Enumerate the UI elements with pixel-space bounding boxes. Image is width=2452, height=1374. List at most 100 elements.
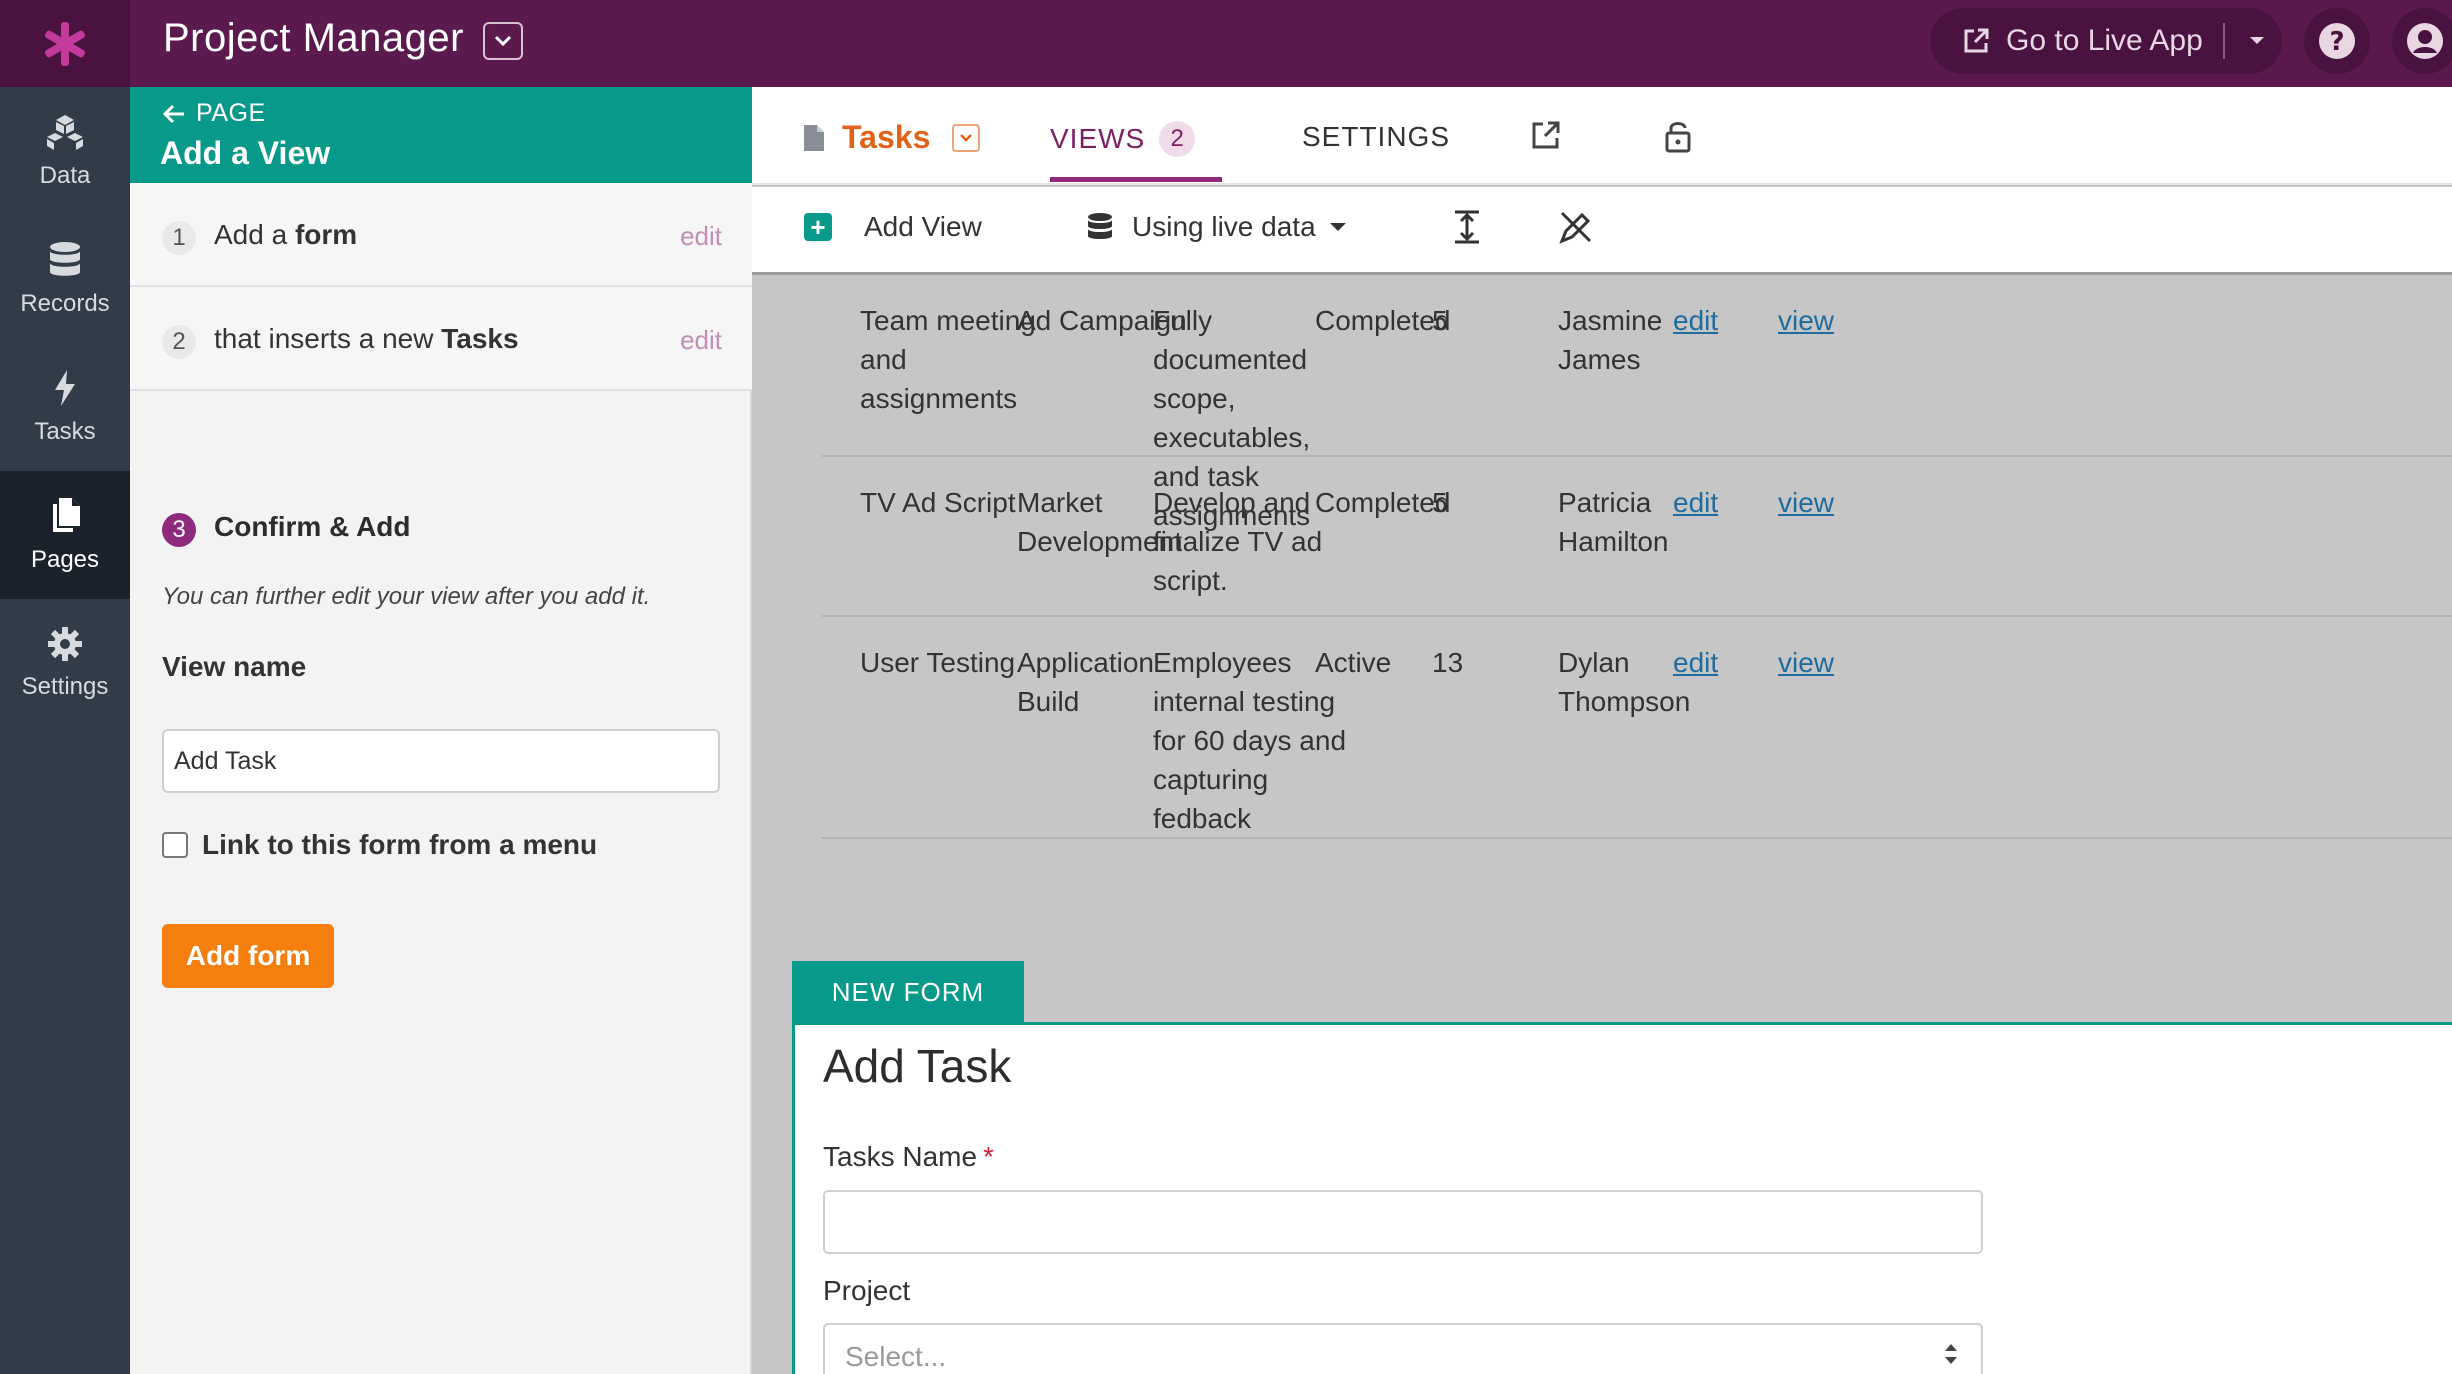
gear-icon bbox=[48, 627, 82, 661]
view-name-input[interactable] bbox=[162, 729, 720, 793]
cell-number: 5 bbox=[1432, 487, 1448, 518]
cubes-icon bbox=[47, 115, 83, 150]
add-view-button[interactable]: + Add View bbox=[804, 211, 982, 243]
nav-item-tasks[interactable]: Tasks bbox=[0, 343, 130, 471]
arrow-left-icon bbox=[162, 104, 184, 123]
open-live-page-button[interactable] bbox=[1530, 119, 1562, 156]
main-area: Tasks VIEWS 2 SETTINGS + Add View Using … bbox=[752, 87, 2452, 1374]
step-text-plain: that inserts a new bbox=[214, 323, 442, 354]
row-height-button[interactable] bbox=[1452, 209, 1482, 250]
cell-description: Develop and finalize TV ad script. bbox=[1153, 487, 1323, 596]
text-height-icon bbox=[1455, 210, 1479, 244]
svg-text:?: ? bbox=[2329, 27, 2344, 57]
cell-project: Application Build bbox=[1017, 647, 1154, 717]
button-separator bbox=[2222, 23, 2225, 59]
step-number: 1 bbox=[162, 221, 196, 255]
left-nav: Data Records Tasks Pages Settings bbox=[0, 87, 130, 1374]
design-toggle-button[interactable] bbox=[1558, 209, 1594, 250]
plus-square-icon: + bbox=[804, 212, 832, 242]
cell-assignee: Jasmine James bbox=[1558, 305, 1663, 375]
tasks-dropdown[interactable] bbox=[952, 123, 981, 152]
pages-icon bbox=[53, 498, 80, 532]
app-title: Project Manager bbox=[163, 16, 464, 60]
nav-item-label: Settings bbox=[21, 673, 109, 700]
database-icon bbox=[1088, 213, 1112, 239]
required-marker: * bbox=[983, 1141, 994, 1172]
tasks-tab-label: Tasks bbox=[842, 119, 931, 155]
tasks-name-label: Tasks Name * bbox=[823, 1141, 994, 1173]
logo[interactable] bbox=[0, 0, 130, 87]
asterisk-logo-icon bbox=[45, 21, 85, 66]
app-switcher-dropdown[interactable] bbox=[483, 22, 523, 60]
nav-item-records[interactable]: Records bbox=[0, 215, 130, 343]
tab-settings[interactable]: SETTINGS bbox=[1302, 121, 1450, 153]
form-title: Add Task bbox=[823, 1040, 1012, 1092]
step-2-row: 2 that inserts a new Tasks edit bbox=[130, 287, 752, 391]
edit-link[interactable]: edit bbox=[1673, 643, 1718, 682]
step-2-text: that inserts a new Tasks bbox=[214, 323, 519, 355]
cell-status: Completed bbox=[1315, 305, 1451, 336]
tasks-name-input[interactable] bbox=[823, 1190, 1983, 1254]
step-number: 2 bbox=[162, 325, 196, 359]
project-label: Project bbox=[823, 1275, 911, 1306]
page-access-button[interactable] bbox=[1664, 119, 1692, 158]
view-tab-bar: Tasks VIEWS 2 SETTINGS bbox=[752, 87, 2452, 185]
live-data-toggle[interactable]: Using live data bbox=[1086, 211, 1346, 243]
tab-views[interactable]: VIEWS 2 bbox=[1050, 121, 1196, 157]
account-button[interactable] bbox=[2392, 8, 2452, 74]
caret-down-icon bbox=[1329, 223, 1346, 231]
view-link[interactable]: view bbox=[1778, 643, 1834, 682]
builder-header: PAGE Add a View bbox=[130, 87, 752, 183]
cell-assignee: Patricia Hamilton bbox=[1558, 487, 1669, 557]
nav-item-settings[interactable]: Settings bbox=[0, 599, 130, 727]
question-icon: ? bbox=[2319, 23, 2355, 59]
help-button[interactable]: ? bbox=[2304, 8, 2370, 74]
step-text-plain: Add a bbox=[214, 219, 295, 250]
live-data-label: Using live data bbox=[1132, 211, 1316, 242]
back-to-page-link[interactable]: PAGE bbox=[162, 99, 266, 128]
nav-item-label: Tasks bbox=[34, 418, 96, 445]
nav-item-label: Records bbox=[20, 290, 110, 317]
active-tab-underline bbox=[1050, 177, 1222, 182]
step-1-edit-link[interactable]: edit bbox=[680, 221, 722, 252]
add-view-label: Add View bbox=[864, 211, 982, 242]
step-3-label: Confirm & Add bbox=[214, 511, 411, 542]
bolt-icon bbox=[55, 370, 75, 406]
edit-hint: You can further edit your view after you… bbox=[162, 583, 651, 610]
design-off-icon bbox=[1559, 211, 1592, 244]
new-form-preview[interactable]: Add Task Tasks Name * Project Select... bbox=[792, 1022, 2452, 1374]
cell-status: Completed bbox=[1315, 487, 1451, 518]
cell-assignee: Dylan Thompson bbox=[1558, 647, 1691, 717]
cell-number: 5 bbox=[1432, 305, 1448, 336]
chevron-down-icon bbox=[960, 133, 973, 142]
go-to-live-app-label: Go to Live App bbox=[2006, 24, 2203, 57]
nav-item-pages[interactable]: Pages bbox=[0, 471, 130, 599]
menu-link-option[interactable]: Link to this form from a menu bbox=[162, 829, 597, 861]
cell-status: Active bbox=[1315, 647, 1392, 678]
table-row: Team meeting and assignments Ad Campaign F… bbox=[822, 275, 2452, 531]
external-link-icon bbox=[1532, 121, 1560, 149]
caret-down-icon[interactable] bbox=[2249, 36, 2265, 46]
external-link-icon bbox=[1964, 28, 1989, 53]
tasks-name-label-text: Tasks Name bbox=[823, 1141, 978, 1172]
step-2-edit-link[interactable]: edit bbox=[680, 325, 722, 356]
add-form-button[interactable]: Add form bbox=[162, 924, 334, 988]
nav-item-data[interactable]: Data bbox=[0, 87, 130, 215]
view-link[interactable]: view bbox=[1778, 483, 1834, 522]
step-1-row: 1 Add a form edit bbox=[130, 183, 752, 287]
view-link[interactable]: view bbox=[1778, 301, 1834, 340]
tab-tasks[interactable]: Tasks bbox=[802, 119, 981, 156]
menu-link-checkbox[interactable] bbox=[162, 832, 188, 858]
go-to-live-app-button[interactable]: Go to Live App bbox=[1930, 8, 2282, 74]
edit-link[interactable]: edit bbox=[1673, 483, 1718, 522]
new-form-tag[interactable]: NEW FORM bbox=[792, 961, 1024, 1023]
cell-number: 13 bbox=[1432, 647, 1464, 678]
cell-task-name: TV Ad Script bbox=[860, 487, 1016, 518]
view-builder-panel: PAGE Add a View 1 Add a form edit 2 that… bbox=[130, 87, 752, 1374]
nav-item-label: Data bbox=[39, 162, 91, 189]
edit-link[interactable]: edit bbox=[1673, 301, 1718, 340]
project-select[interactable]: Select... bbox=[823, 1323, 1983, 1374]
top-bar: Project Manager Go to Live App ? bbox=[0, 0, 2452, 87]
builder-title: Add a View bbox=[160, 135, 331, 171]
menu-link-label: Link to this form from a menu bbox=[202, 829, 598, 860]
